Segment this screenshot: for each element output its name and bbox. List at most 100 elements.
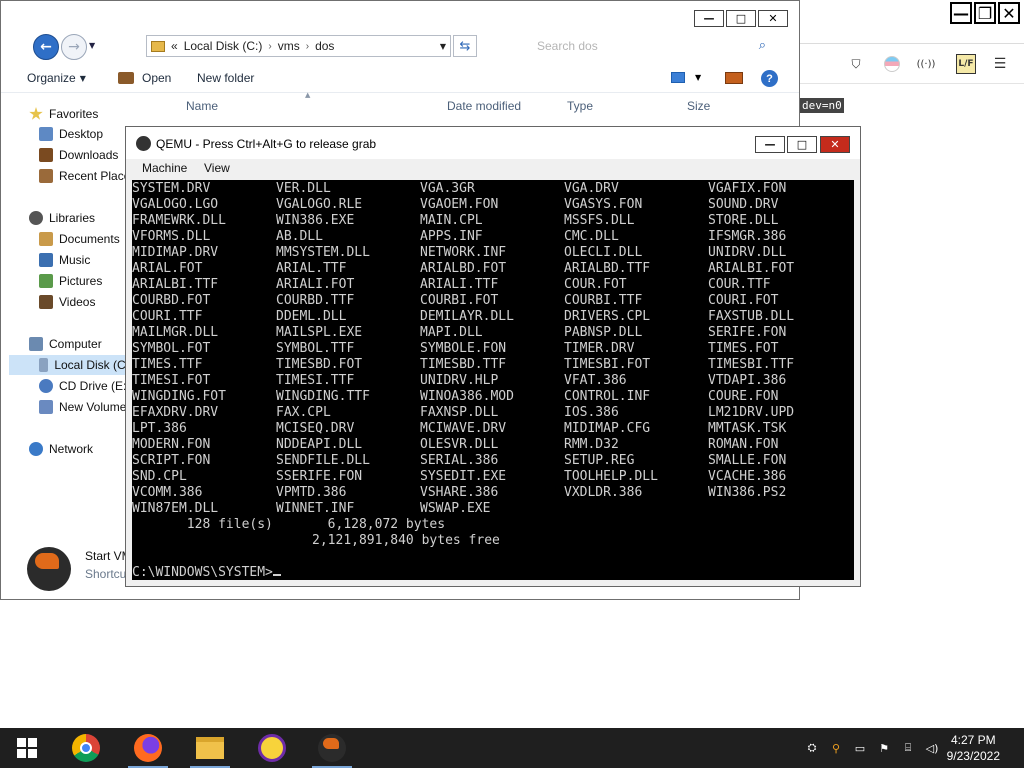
address-overflow-chevron[interactable]: « (171, 39, 178, 53)
tray-search-icon[interactable]: ⚲ (829, 741, 843, 755)
lf-extension-icon[interactable]: L/F (956, 54, 976, 74)
menu-view[interactable]: View (204, 161, 230, 175)
search-input[interactable]: Search dos ⌕ (529, 35, 774, 57)
browser-close-button[interactable]: ✕ (998, 2, 1020, 24)
explorer-maximize-button[interactable]: □ (726, 10, 756, 27)
chrome-icon (72, 734, 100, 762)
nav-libraries[interactable]: Libraries (29, 208, 95, 228)
address-bar[interactable]: « Local Disk (C:) › vms › dos ▼ (146, 35, 451, 57)
star-icon (29, 107, 43, 120)
explorer-minimize-button[interactable]: — (694, 10, 724, 27)
pocket-icon[interactable]: ⛉ (846, 54, 866, 74)
column-header-type[interactable]: Type (567, 99, 593, 113)
dos-file-entry: TIMESI.FOT (132, 373, 211, 388)
yahoo-messenger-icon (258, 734, 286, 762)
nav-new-volume[interactable]: New Volume (39, 397, 126, 417)
organize-button[interactable]: Organize ▼ (27, 71, 86, 85)
tray-network-icon[interactable]: ⌸ (901, 741, 915, 755)
change-view-icon[interactable] (671, 72, 685, 83)
nav-pictures[interactable]: Pictures (39, 271, 102, 291)
videos-icon (39, 295, 53, 309)
chrome-taskbar-button[interactable] (62, 728, 110, 768)
dos-file-entry: DDEML.DLL (276, 309, 347, 324)
audio-icon[interactable]: ((·)) (916, 54, 936, 74)
dos-file-entry: SYMBOL.FOT (132, 341, 211, 356)
qemu-minimize-button[interactable]: — (755, 136, 785, 153)
dos-file-entry: MODERN.FON (132, 437, 211, 452)
nav-cd-drive[interactable]: CD Drive (E:) (39, 376, 130, 396)
dos-file-entry: MIDIMAP.CFG (564, 421, 651, 436)
tray-clock[interactable]: 4:27 PM 9/23/2022 (947, 732, 1000, 764)
dos-file-entry: WIN386.PS2 (708, 485, 787, 500)
dos-listing-row: LPT.386 MCISEQ.DRV MCIWAVE.DRV MIDIMAP.CFG M… (132, 421, 854, 437)
nav-favorites[interactable]: Favorites (29, 104, 98, 124)
address-segment-dos[interactable]: dos (315, 39, 334, 53)
nav-network[interactable]: Network (29, 439, 93, 459)
tray-flag-icon[interactable]: ⚑ (877, 741, 891, 755)
address-segment-vms[interactable]: vms (278, 39, 300, 53)
tray-people-icon[interactable]: ⛭ (805, 741, 819, 755)
qemu-maximize-button[interactable]: □ (787, 136, 817, 153)
dos-file-count: 128 file(s) 6,128,072 bytes (132, 517, 854, 533)
address-separator-icon[interactable]: › (306, 41, 309, 52)
nav-videos[interactable]: Videos (39, 292, 95, 312)
forward-button[interactable]: → (61, 34, 87, 60)
open-button[interactable]: Open (118, 71, 171, 85)
refresh-button[interactable]: ⇆ (453, 35, 477, 57)
back-button[interactable]: ← (33, 34, 59, 60)
dos-file-entry: MAIN.CPL (420, 213, 483, 228)
qemu-logo-icon (27, 547, 71, 591)
tray-volume-icon[interactable]: ◁) (925, 741, 939, 755)
column-header-date-modified[interactable]: Date modified (447, 99, 521, 113)
nav-local-disk[interactable]: Local Disk (C:) (9, 355, 133, 375)
address-dropdown-icon[interactable]: ▼ (440, 42, 446, 51)
address-segment-local-disk[interactable]: Local Disk (C:) (184, 39, 263, 53)
nav-recent-places[interactable]: Recent Places (39, 166, 136, 186)
menu-icon[interactable]: ☰ (990, 54, 1010, 74)
dos-file-entry: EFAXDRV.DRV (132, 405, 219, 420)
qemu-close-button[interactable]: ✕ (820, 136, 850, 153)
dos-listing-row: TIMESI.FOT TIMESI.TTF UNIDRV.HLP VFAT.386 VT… (132, 373, 854, 389)
dos-file-entry: COUR.TTF (708, 277, 771, 292)
recent-locations-chevron-icon[interactable]: ▼ (89, 41, 95, 50)
qemu-taskbar-button[interactable] (308, 728, 356, 768)
help-icon[interactable]: ? (761, 70, 778, 87)
search-icon[interactable]: ⌕ (759, 38, 766, 53)
nav-downloads[interactable]: Downloads (39, 145, 118, 165)
nav-music[interactable]: Music (39, 250, 90, 270)
music-icon (39, 253, 53, 267)
volume-icon (39, 400, 53, 414)
extension-icon[interactable] (882, 54, 902, 74)
nav-label: Videos (59, 295, 96, 309)
pictures-icon (39, 274, 53, 288)
yahoo-messenger-taskbar-button[interactable] (248, 728, 296, 768)
drive-icon (39, 358, 49, 372)
nav-documents[interactable]: Documents (39, 229, 120, 249)
new-folder-button[interactable]: New folder (197, 71, 254, 85)
chevron-down-icon[interactable]: ▼ (695, 73, 701, 82)
dos-listing-row: MODERN.FON NDDEAPI.DLL OLESVR.DLL RMM.D32 RO… (132, 437, 854, 453)
documents-icon (39, 232, 53, 246)
column-header-size[interactable]: Size (687, 99, 710, 113)
dos-file-entry: ARIALBI.FOT (708, 261, 795, 276)
file-explorer-taskbar-button[interactable] (186, 728, 234, 768)
dos-file-entry: COURBI.FOT (420, 293, 499, 308)
dos-file-count-text: 128 file(s) 6,128,072 bytes (132, 517, 446, 532)
dos-file-entry: WINNET.INF (276, 501, 355, 516)
start-button[interactable] (3, 728, 51, 768)
preview-pane-icon[interactable] (725, 72, 743, 84)
tray-screen-icon[interactable]: ▭ (853, 741, 867, 755)
menu-machine[interactable]: Machine (142, 161, 187, 175)
column-header-name[interactable]: Name (186, 99, 218, 113)
nav-desktop[interactable]: Desktop (39, 124, 103, 144)
vm-display[interactable]: SYSTEM.DRV VER.DLL VGA.3GR VGA.DRV VGAFIX.FO… (132, 180, 854, 580)
nav-computer[interactable]: Computer (29, 334, 102, 354)
browser-minimize-button[interactable]: — (950, 2, 972, 24)
dos-file-entry: TIMESBI.TTF (708, 357, 795, 372)
explorer-close-button[interactable]: ✕ (758, 10, 788, 27)
firefox-taskbar-button[interactable] (124, 728, 172, 768)
dos-listing-row: WIN87EM.DLL WINNET.INF WSWAP.EXE (132, 501, 854, 517)
address-separator-icon[interactable]: › (268, 41, 271, 52)
dos-file-entry: VER.DLL (276, 181, 331, 196)
browser-restore-button[interactable]: ❐ (974, 2, 996, 24)
